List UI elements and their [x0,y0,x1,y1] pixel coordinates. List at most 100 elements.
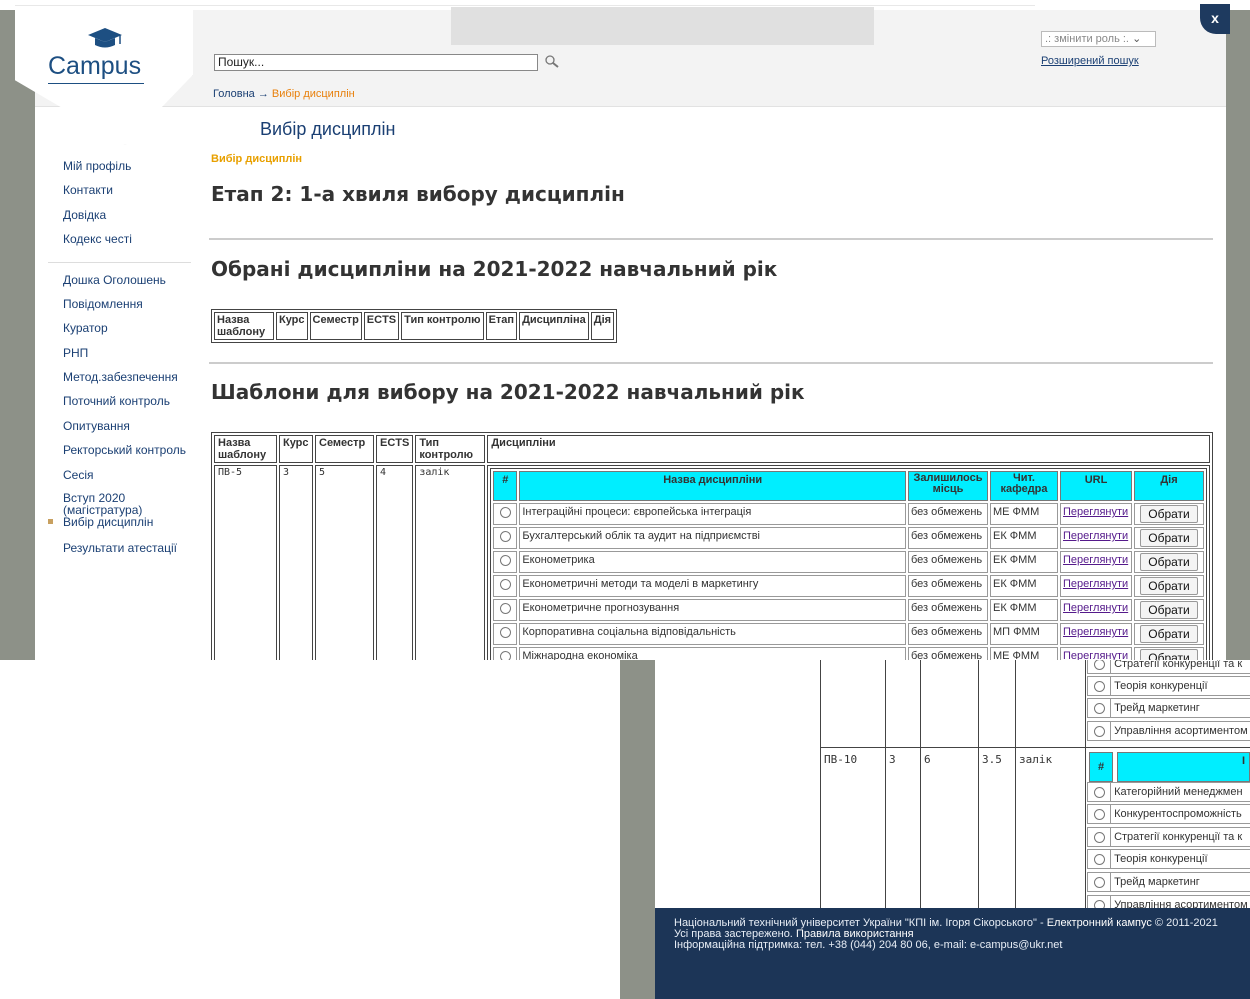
templates-heading: Шаблони для вибору на 2021-2022 навчальн… [211,380,805,404]
col-header: Дисципліна [519,312,589,340]
semester: 5 [315,465,374,660]
sidebar-item-profile[interactable]: Мій профіль [63,159,131,173]
select-radio[interactable] [1093,876,1105,888]
template-name: ПВ-5 [214,465,277,660]
choose-button[interactable]: Обрати [1140,625,1198,643]
view-link[interactable]: Переглянути [1063,626,1128,638]
choose-button[interactable]: Обрати [1140,529,1198,547]
select-radio[interactable] [1093,808,1105,820]
col-header: URL [1060,471,1132,501]
sidebar-divider [48,262,191,263]
select-radio[interactable] [1093,725,1105,737]
discipline-name: Категорійний менеджмен [1114,786,1243,798]
logo-underline [48,83,144,84]
sidebar-item-methods[interactable]: Метод.забезпечення [63,370,178,384]
breadcrumb-home[interactable]: Головна [213,88,255,100]
breadcrumb-current: Вибір дисциплін [271,88,355,100]
seats-left: без обмежень [908,551,988,573]
disciplines-table: # Назва дисципліни Залишилось місць Чит.… [490,468,1207,660]
sidebar-item-current-control[interactable]: Поточний контроль [63,394,170,408]
sidebar-item-board[interactable]: Дошка Оголошень [63,273,166,287]
view-link[interactable]: Переглянути [1063,530,1128,542]
department: ЕК ФММ [990,551,1058,573]
sidebar-item-admission[interactable]: Вступ 2020 (магістратура) [63,492,173,516]
search-icon[interactable] [544,55,560,69]
control-type: залік [1019,753,1053,766]
col-header: Назва шаблону [214,435,277,463]
chevron-down-icon: ⌄ [1132,33,1142,45]
sidebar-item-discipline-choice[interactable]: Вибір дисциплін [63,516,153,528]
view-link[interactable]: Переглянути [1063,650,1128,660]
discipline-name: Стратегії конкуренції та к [1114,831,1243,843]
discipline-name: Корпоративна соціальна відповідальність [519,623,906,645]
discipline-name: Управління асортиментом [1114,725,1248,737]
col-header: Семестр [309,312,362,340]
discipline-name: Бухгалтерський облік та аудит на підприє… [519,527,906,549]
choose-button[interactable]: Обрати [1140,553,1198,571]
sidebar-item-help[interactable]: Довідка [63,208,106,222]
sidebar-item-rector-control[interactable]: Ректорський контроль [63,443,186,457]
select-radio[interactable] [1093,660,1105,670]
role-select[interactable]: .: змінити роль :. ⌄ [1041,31,1156,47]
column-border [885,660,886,920]
col-header: ECTS [363,312,400,340]
select-radio[interactable] [499,626,511,638]
select-radio[interactable] [1093,853,1105,865]
choose-button[interactable]: Обрати [1140,577,1198,595]
sidebar-item-rnp[interactable]: РНП [63,346,88,360]
view-link[interactable]: Переглянути [1063,554,1128,566]
col-header: І [1117,752,1250,782]
choose-button[interactable]: Обрати [1140,649,1198,660]
logo-text[interactable]: Campus [48,52,141,81]
sidebar-item-curator[interactable]: Куратор [63,321,108,335]
page-title: Вибір дисциплін [260,119,396,139]
discipline-name: Економетрика [519,551,906,573]
select-radio[interactable] [1093,702,1105,714]
select-radio[interactable] [499,650,511,660]
discipline-name: Економетричне прогнозування [519,599,906,621]
sidebar-item-session[interactable]: Сесія [63,468,94,482]
view-link[interactable]: Переглянути [1063,506,1128,518]
table-row: Економетричні методи та моделі в маркети… [493,575,1204,597]
select-radio[interactable] [499,602,511,614]
sidebar-item-attestation[interactable]: Результати атестації [63,541,177,555]
department: МЕ ФММ [990,503,1058,525]
choose-button[interactable]: Обрати [1140,601,1198,619]
sidebar-item-honor-code[interactable]: Кодекс честі [63,232,132,246]
top-strip [15,0,1035,6]
advanced-search-link[interactable]: Розширений пошук [1041,55,1139,67]
search-input[interactable]: Пошук... [214,54,538,71]
department: МП ФММ [990,623,1058,645]
select-radio[interactable] [1093,831,1105,843]
sidebar-item-messages[interactable]: Повідомлення [63,297,143,311]
select-radio[interactable] [1093,786,1105,798]
close-button[interactable]: x [1200,4,1230,34]
department: МЕ ФММ [990,647,1058,660]
col-header: Залишилось місць [908,471,988,501]
department: ЕК ФММ [990,527,1058,549]
seats-left: без обмежень [908,599,988,621]
view-link[interactable]: Переглянути [1063,602,1128,614]
select-radio[interactable] [499,530,511,542]
discipline-name: Теорія конкуренції [1114,680,1208,692]
col-header: Етап [485,312,518,340]
template-name: ПВ-10 [824,753,858,766]
discipline-name: Економетричні методи та моделі в маркети… [519,575,906,597]
redacted-area [451,7,874,45]
footer-campus-link[interactable]: Електронний кампус [1047,917,1152,929]
list-item: Управління асортиментом [1087,721,1250,741]
select-radio[interactable] [499,578,511,590]
select-radio[interactable] [499,554,511,566]
sidebar-item-surveys[interactable]: Опитування [63,419,130,433]
breadcrumb: Головна → Вибір дисциплін [213,88,355,100]
select-radio[interactable] [1093,680,1105,692]
view-link[interactable]: Переглянути [1063,578,1128,590]
left-margin [620,660,655,999]
select-radio[interactable] [499,506,511,518]
col-header: Курс [276,312,308,340]
sidebar-item-contacts[interactable]: Контакти [63,183,113,197]
choose-button[interactable]: Обрати [1140,505,1198,523]
footer-support: Інформаційна підтримка: тел. +38 (044) 2… [674,939,1063,951]
right-margin [1226,10,1250,660]
column-border [920,660,921,920]
